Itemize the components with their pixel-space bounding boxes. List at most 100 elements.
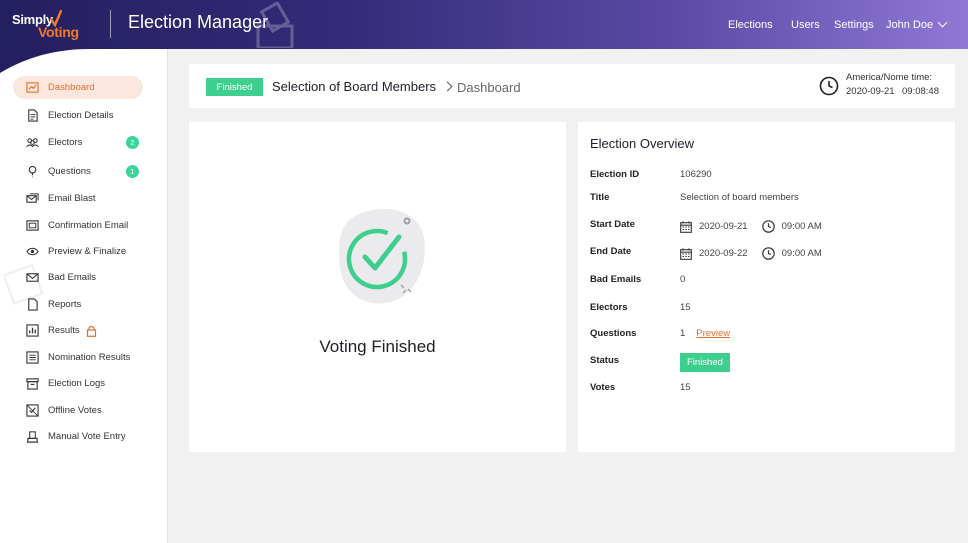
app-title: Election Manager <box>128 12 269 32</box>
sidebar-item-label: Dashboard <box>48 82 95 93</box>
overview-title: Election Overview <box>590 136 695 151</box>
election-id-value: 106290 <box>680 169 712 180</box>
sidebar-item-manual-vote-entry[interactable]: Manual Vote Entry <box>13 425 143 448</box>
report-icon <box>25 298 39 312</box>
sidebar-item-email-blast[interactable]: Email Blast <box>13 187 143 210</box>
chevron-down-icon <box>937 17 948 28</box>
sidebar-item-label: Election Logs <box>48 378 106 389</box>
start-date-value-group: 2020-09-21 09:00 AM <box>680 220 822 233</box>
sidebar-item-label: Manual Vote Entry <box>48 431 126 442</box>
preview-link[interactable]: Preview <box>696 328 730 339</box>
sidebar-item-questions[interactable]: Questions 1 <box>13 160 143 183</box>
title-label: Title <box>590 192 610 203</box>
sidebar-item-nomination-results[interactable]: Nomination Results <box>13 346 143 369</box>
status-finished-badge: Finished <box>680 353 730 372</box>
sidebar-item-offline-votes[interactable]: Offline Votes <box>13 399 143 422</box>
dashboard-icon <box>25 81 39 95</box>
chevron-right-icon <box>442 81 453 92</box>
top-bar: Simply Voting Election Manager Elections… <box>0 0 968 49</box>
timezone-label: America/Nome time: <box>846 72 933 83</box>
logo-text-bottom: Voting <box>38 24 79 40</box>
envelope-icon <box>25 271 39 285</box>
sidebar-item-election-details[interactable]: Election Details <box>13 104 143 127</box>
sidebar-item-label: Election Details <box>48 110 114 121</box>
timezone-time: 09:08:48 <box>902 86 939 97</box>
breadcrumb-page: Dashboard <box>457 80 521 95</box>
user-name: John Doe <box>886 19 934 31</box>
electors-value: 15 <box>680 302 691 313</box>
sidebar-item-preview-finalize[interactable]: Preview & Finalize <box>13 240 143 263</box>
breadcrumb-election-name[interactable]: Selection of Board Members <box>272 79 436 94</box>
clock-icon <box>761 247 775 260</box>
start-time-text: 09:00 AM <box>781 221 822 232</box>
votes-value: 15 <box>680 382 691 393</box>
check-circle-icon <box>339 209 425 304</box>
sidebar-item-election-logs[interactable]: Election Logs <box>13 372 143 395</box>
sidebar-item-confirmation-email[interactable]: Confirmation Email <box>13 214 143 237</box>
status-label: Status <box>590 355 620 366</box>
end-date-text: 2020-09-22 <box>699 248 748 259</box>
header-divider <box>110 10 111 38</box>
people-icon <box>25 136 39 150</box>
archive-icon <box>25 377 39 391</box>
ballot-box-icon <box>256 2 294 48</box>
sidebar-item-reports[interactable]: Reports <box>13 293 143 316</box>
status-badge: Finished <box>206 78 263 96</box>
voting-status-card: Voting Finished <box>189 122 566 452</box>
election-id-label: Election ID <box>590 169 640 180</box>
sidebar-item-electors[interactable]: Electors 2 <box>13 131 143 154</box>
chart-icon <box>25 324 39 338</box>
sidebar-item-label: Email Blast <box>48 193 96 204</box>
end-date-label: End Date <box>590 246 632 257</box>
count-badge: 1 <box>126 165 139 178</box>
bad-emails-value: 0 <box>680 274 686 285</box>
sidebar-item-label: Confirmation Email <box>48 220 129 231</box>
calendar-icon <box>680 247 692 260</box>
end-date-value-group: 2020-09-22 09:00 AM <box>680 247 822 260</box>
sidebar-item-label: Preview & Finalize <box>48 246 127 257</box>
sidebar-item-label: Reports <box>48 299 82 310</box>
sidebar-item-dashboard[interactable]: Dashboard <box>13 76 143 99</box>
start-date-label: Start Date <box>590 219 635 230</box>
nav-elections[interactable]: Elections <box>728 19 773 31</box>
sidebar-item-bad-emails[interactable]: Bad Emails <box>13 266 143 289</box>
title-value: Selection of board members <box>680 192 799 203</box>
lock-icon <box>86 325 96 337</box>
start-date-text: 2020-09-21 <box>699 221 748 232</box>
simplyvoting-logo[interactable]: Simply Voting <box>12 8 92 42</box>
overview-row-votes: Votes 15 <box>590 382 945 398</box>
electors-label: Electors <box>590 302 628 313</box>
eye-icon <box>25 245 39 259</box>
confirmation-email-icon <box>25 219 39 233</box>
nav-settings[interactable]: Settings <box>834 19 874 31</box>
user-menu[interactable]: John Doe <box>886 17 948 31</box>
questions-value: 1 <box>680 328 686 339</box>
sidebar-item-label: Electors <box>48 137 83 148</box>
election-overview-card: Election Overview Election ID 106290 Tit… <box>578 122 955 452</box>
overview-row-bad-emails: Bad Emails 0 <box>590 274 945 290</box>
sidebar-item-label: Questions <box>48 166 91 177</box>
sidebar-item-label: Bad Emails <box>48 272 97 283</box>
overview-row-title: Title Selection of board members <box>590 192 945 208</box>
questions-value-group: 1 Preview <box>680 328 730 339</box>
sidebar-swoosh <box>0 49 90 73</box>
overview-row-electors: Electors 15 <box>590 302 945 318</box>
sidebar-item-label: Results <box>48 325 80 336</box>
calendar-icon <box>680 220 692 233</box>
clock-icon <box>819 76 839 96</box>
bad-emails-label: Bad Emails <box>590 274 642 285</box>
clock-icon <box>761 220 775 233</box>
breadcrumb-bar: Finished Selection of Board Members Dash… <box>189 64 955 108</box>
list-icon <box>25 351 39 365</box>
end-time-text: 09:00 AM <box>781 248 822 259</box>
overview-row-election-id: Election ID 106290 <box>590 169 945 185</box>
nav-users[interactable]: Users <box>791 19 820 31</box>
sidebar-item-results[interactable]: Results <box>13 319 143 342</box>
overview-row-start-date: Start Date 2020-09-21 09:00 AM <box>590 219 945 235</box>
questions-label: Questions <box>590 328 637 339</box>
votes-label: Votes <box>590 382 616 393</box>
email-blast-icon <box>25 192 39 206</box>
overview-row-status: Status Finished <box>590 353 945 372</box>
count-badge: 2 <box>126 136 139 149</box>
overview-row-questions: Questions 1 Preview <box>590 328 945 344</box>
